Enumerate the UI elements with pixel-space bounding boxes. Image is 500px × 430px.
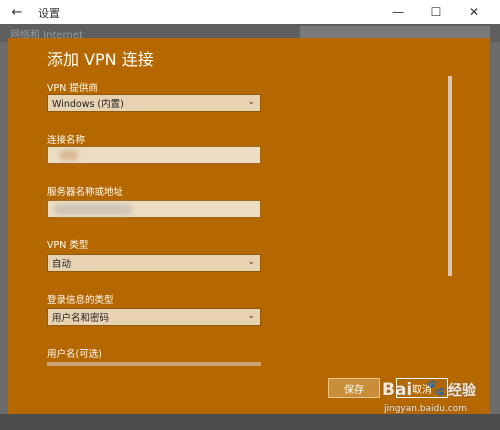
baidu-jingyan-watermark: Bai 🐾 经验 jingyan.baidu.com [380,378,495,424]
close-button[interactable]: ✕ [456,0,492,24]
window-titlebar: ← 设置 — ☐ ✕ [0,0,500,24]
vpn-type-select[interactable]: 自动 ⌄ [47,254,261,272]
minimize-button[interactable]: — [380,0,416,24]
watermark-url: jingyan.baidu.com [384,404,468,414]
server-address-input[interactable] [47,200,261,218]
provider-label: VPN 提供商 [47,83,98,94]
background-search-box [300,26,490,38]
vpn-type-value: 自动 [52,259,72,270]
back-arrow-icon[interactable]: ← [8,3,26,21]
provider-select[interactable]: Windows (内置) ⌄ [47,94,261,112]
paw-icon: 🐾 [426,378,446,397]
window-title: 设置 [38,7,60,20]
vpn-type-label: VPN 类型 [47,240,89,251]
add-vpn-dialog: 添加 VPN 连接 VPN 提供商 Windows (内置) ⌄ 连接名称 服务… [8,38,490,414]
watermark-logo-text: Bai [382,380,413,400]
username-label: 用户名(可选) [47,349,102,360]
save-button[interactable]: 保存 [328,378,380,398]
redacted-text-blur [54,204,132,215]
maximize-button[interactable]: ☐ [418,0,454,24]
redacted-text-blur [60,150,78,160]
chevron-down-icon: ⌄ [247,97,255,107]
signin-type-value: 用户名和密码 [52,313,110,324]
connection-name-label: 连接名称 [47,135,86,146]
username-input-edge[interactable] [47,362,261,366]
signin-type-label: 登录信息的类型 [47,295,114,306]
scrollbar-thumb[interactable] [448,76,452,276]
provider-value: Windows (内置) [52,99,124,110]
watermark-jingyan-text: 经验 [448,383,476,399]
server-label: 服务器名称或地址 [47,187,124,198]
chevron-down-icon: ⌄ [247,257,255,267]
connection-name-input[interactable] [47,146,261,164]
signin-type-select[interactable]: 用户名和密码 ⌄ [47,308,261,326]
dialog-title: 添加 VPN 连接 [47,50,154,69]
chevron-down-icon: ⌄ [247,311,255,321]
